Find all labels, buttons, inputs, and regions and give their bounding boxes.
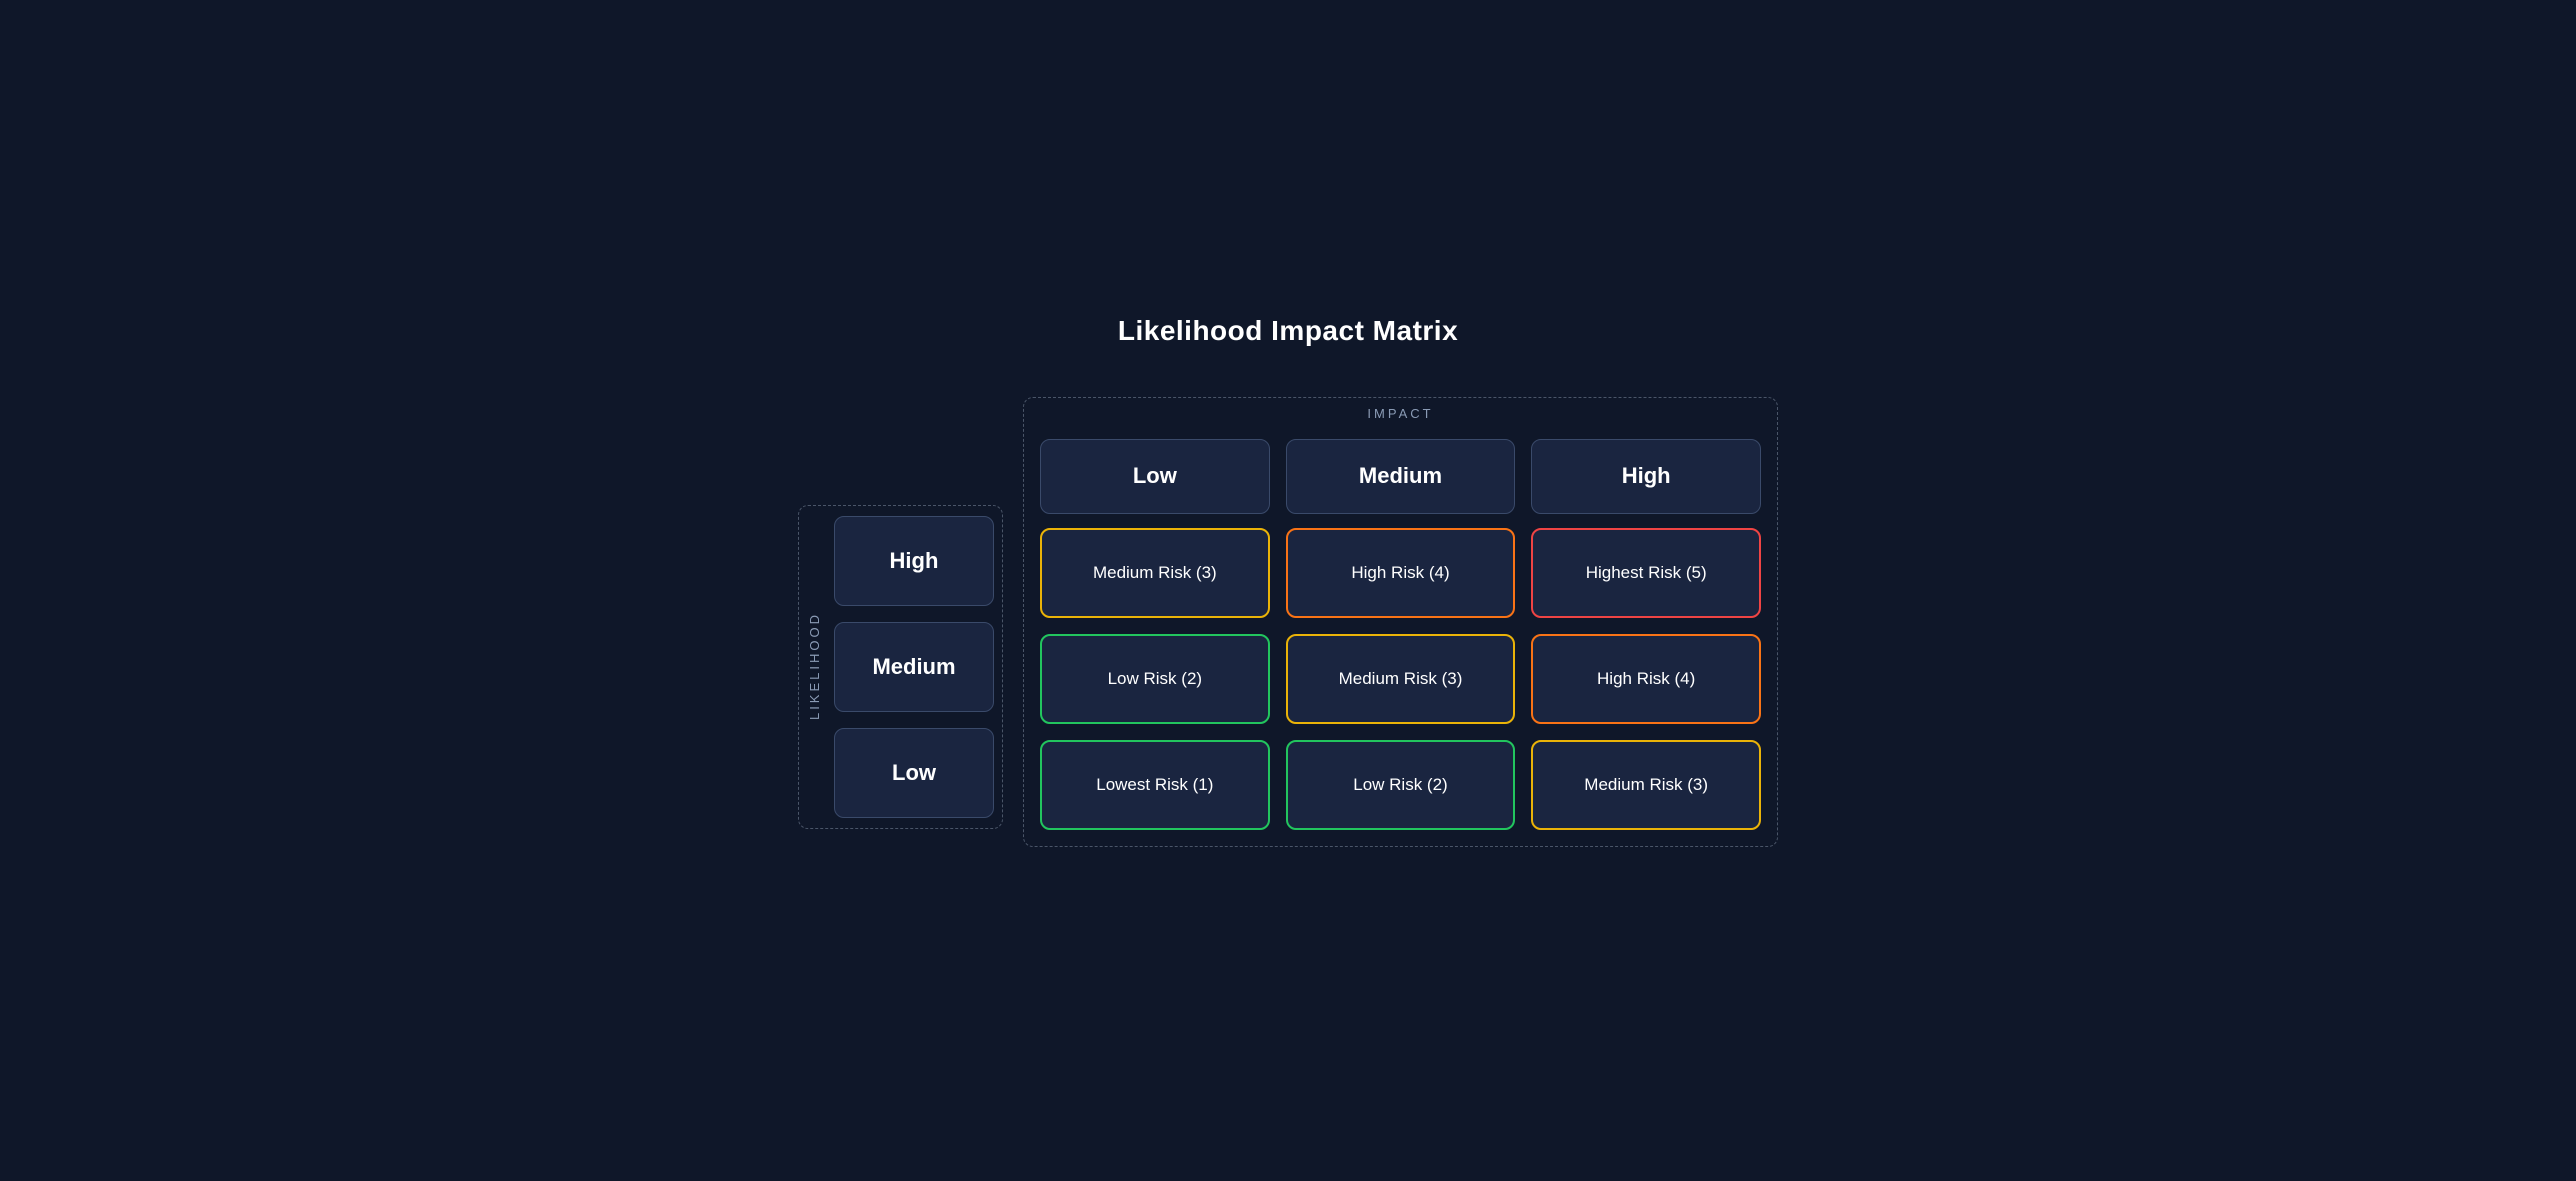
col-header-low: Low — [1040, 439, 1270, 514]
data-grid: Medium Risk (3) High Risk (4) Highest Ri… — [1040, 528, 1761, 830]
cell-med-low: Low Risk (2) — [1040, 634, 1270, 724]
page-container: Likelihood Impact Matrix LIKELIHOOD High… — [738, 275, 1838, 907]
row-headers: High Medium Low — [834, 516, 994, 818]
row-header-high: High — [834, 516, 994, 606]
cell-med-high: High Risk (4) — [1531, 634, 1761, 724]
left-section: LIKELIHOOD High Medium Low — [798, 397, 1003, 847]
likelihood-bracket: LIKELIHOOD High Medium Low — [798, 505, 1003, 829]
impact-bracket: IMPACT Low Medium High Medium Risk (3) — [1023, 397, 1778, 847]
right-section: IMPACT Low Medium High Medium Risk (3) — [1023, 397, 1778, 847]
row-header-medium: Medium — [834, 622, 994, 712]
cell-low-low: Lowest Risk (1) — [1040, 740, 1270, 830]
cell-low-med: Low Risk (2) — [1286, 740, 1516, 830]
page-title: Likelihood Impact Matrix — [798, 315, 1778, 347]
cell-high-high: Highest Risk (5) — [1531, 528, 1761, 618]
col-header-medium: Medium — [1286, 439, 1516, 514]
cell-med-med: Medium Risk (3) — [1286, 634, 1516, 724]
likelihood-label: LIKELIHOOD — [807, 612, 822, 720]
row-header-low: Low — [834, 728, 994, 818]
matrix-wrapper: LIKELIHOOD High Medium Low IMPACT — [798, 397, 1778, 847]
impact-label: IMPACT — [1040, 406, 1761, 421]
col-header-high: High — [1531, 439, 1761, 514]
cell-low-high: Medium Risk (3) — [1531, 740, 1761, 830]
cell-high-low: Medium Risk (3) — [1040, 528, 1270, 618]
col-headers: Low Medium High — [1040, 439, 1761, 514]
likelihood-label-wrapper: LIKELIHOOD — [807, 612, 822, 720]
cell-high-med: High Risk (4) — [1286, 528, 1516, 618]
